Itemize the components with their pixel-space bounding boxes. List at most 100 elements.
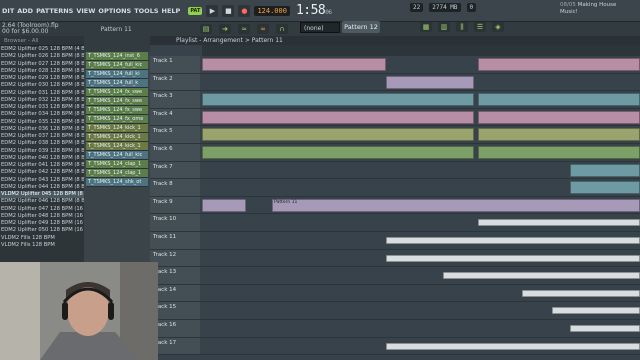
browser-item[interactable]: EDM2 Uplifter 046 128 BPM (8 Bars): [0, 198, 84, 205]
browser-item[interactable]: EDM2 Uplifter 040 128 BPM (8 Bars) (G): [0, 155, 84, 162]
pattern-clip[interactable]: Pattern 11: [272, 198, 640, 212]
pattern-clip[interactable]: [569, 181, 640, 195]
pattern-clip[interactable]: [477, 145, 640, 159]
picker-item[interactable]: T_TSMKS_124_kick_1: [86, 133, 148, 142]
pattern-clip[interactable]: [385, 254, 640, 262]
browser-item[interactable]: EDM2 Uplifter 037 128 BPM (8 Bars) (G): [0, 133, 84, 140]
track-lane[interactable]: [202, 126, 640, 143]
picker-item[interactable]: T_TSMKS_124_shk_ot: [86, 178, 148, 187]
picker-item[interactable]: T_TSMKS_124_full_ki: [86, 70, 148, 79]
browser-item[interactable]: VLDM2 Fills 128 BPM: [0, 235, 84, 242]
browser-item[interactable]: EDM2 Uplifter 047 128 BPM (16 Bars): [0, 206, 84, 213]
pattern-clip[interactable]: [552, 307, 640, 315]
pattern-clip[interactable]: [385, 342, 640, 350]
pattern-clip[interactable]: [385, 75, 474, 89]
track-lane[interactable]: [202, 109, 640, 126]
picker-item[interactable]: T_TSMKS_124_inst_6: [86, 52, 148, 61]
track-lane[interactable]: [202, 91, 640, 108]
track-lane[interactable]: [202, 232, 640, 249]
piano-roll-icon[interactable]: ▥: [438, 22, 450, 32]
play-button[interactable]: ▶: [206, 4, 219, 17]
record-button[interactable]: ●: [238, 4, 251, 17]
track-lane[interactable]: [202, 285, 640, 302]
browser-item[interactable]: EDM2 Uplifter 033 128 BPM (8 Bars) (A): [0, 104, 84, 111]
track-label[interactable]: Track 8: [150, 179, 200, 196]
browser-item[interactable]: EDM2 Uplifter 032 128 BPM (8 Bars) (F): [0, 97, 84, 104]
browser-item[interactable]: EDM2 Uplifter 050 128 BPM (16 Bars): [0, 227, 84, 234]
arrow-icon[interactable]: ➜: [219, 24, 231, 34]
pattern-clip[interactable]: [202, 58, 386, 71]
menu-item[interactable]: VIEW: [76, 7, 95, 15]
pattern-clip[interactable]: [477, 128, 640, 142]
snap-selector[interactable]: (none): [300, 22, 340, 33]
stop-button[interactable]: ■: [222, 4, 235, 17]
track-label[interactable]: Track 6: [150, 143, 200, 161]
picker-item[interactable]: T_TSMKS_124_kick_1: [86, 142, 148, 151]
browser-item[interactable]: EDM2 Uplifter 025 128 BPM (4 Bars): [0, 46, 84, 53]
pattern-clip[interactable]: [477, 110, 640, 124]
track-lane[interactable]: [202, 144, 640, 161]
picker-item[interactable]: T_TSMKS_124_fx_swe: [86, 106, 148, 115]
picker-item[interactable]: T_TSMKS_124_kick_1: [86, 124, 148, 133]
picker-item[interactable]: T_TSMKS_124_fx_ome: [86, 115, 148, 124]
track-label[interactable]: Track 4: [150, 108, 200, 126]
track-label[interactable]: Track 5: [150, 126, 200, 143]
track-lane[interactable]: [202, 267, 640, 284]
news-panel[interactable]: 08/05 Making House Music!: [560, 2, 616, 16]
browser-item[interactable]: EDM2 Uplifter 026 128 BPM (8 Bars) (G): [0, 53, 84, 60]
keyboard-icon[interactable]: ▤: [200, 24, 212, 34]
link-icon[interactable]: ∞: [257, 24, 269, 34]
pattern-clip[interactable]: [442, 272, 640, 280]
pattern-mode-toggle[interactable]: PAT: [188, 6, 203, 15]
menu-item[interactable]: ADD: [17, 7, 33, 15]
browser-item[interactable]: EDM2 Uplifter 038 128 BPM (8 Bars) (D): [0, 140, 84, 147]
browser-item[interactable]: EDM2 Uplifter 043 128 BPM (8 Bars) (E): [0, 177, 84, 184]
browser-item[interactable]: EDM2 Uplifter 042 128 BPM (8 Bars) (A): [0, 169, 84, 176]
browser-item[interactable]: EDM2 Uplifter 027 128 BPM (8 Bars) (E): [0, 61, 84, 68]
mixer-icon[interactable]: ⫼: [456, 22, 468, 32]
pattern-clip[interactable]: [477, 219, 640, 227]
picker-item[interactable]: T_TSMKS_124_full_k: [86, 79, 148, 88]
browser-item[interactable]: EDM2 Uplifter 039 128 BPM (8 Bars) (E): [0, 148, 84, 155]
track-lane[interactable]: [202, 250, 640, 267]
browser-item[interactable]: VLDM2 Uplifter 045 128 BPM (8 Bars): [0, 191, 84, 199]
pattern-clip[interactable]: [202, 93, 474, 107]
pattern-clip[interactable]: [202, 198, 246, 212]
picker-item[interactable]: T_TSMKS_124_clap_1: [86, 169, 148, 178]
track-lane[interactable]: [202, 302, 640, 319]
menu-item[interactable]: HELP: [162, 7, 181, 15]
browser-item[interactable]: EDM2 Uplifter 036 128 BPM (8 Bars) (F): [0, 126, 84, 133]
picker-item[interactable]: T_TSMKS_124_full_kic: [86, 151, 148, 160]
track-label[interactable]: Track 11: [150, 231, 200, 249]
track-label[interactable]: Track 9: [150, 196, 200, 214]
picker-item[interactable]: T_TSMKS_124_fx_swe: [86, 97, 148, 106]
track-label[interactable]: Track 2: [150, 73, 200, 91]
browser-item[interactable]: EDM2 Uplifter 030 128 BPM (8 Bars) (E): [0, 82, 84, 89]
browser-item[interactable]: EDM2 Uplifter 029 128 BPM (8 Bars) (G): [0, 75, 84, 82]
track-label[interactable]: Track 7: [150, 161, 200, 179]
track-lane[interactable]: [202, 320, 640, 337]
browser-item[interactable]: EDM2 Uplifter 028 128 BPM (8 Bars) (F): [0, 68, 84, 75]
picker-item[interactable]: T_TSMKS_124_full_kic: [86, 61, 148, 70]
track-lane[interactable]: [202, 214, 640, 231]
picker-item[interactable]: T_TSMKS_124_clap_1: [86, 160, 148, 169]
browser-item[interactable]: EDM2 Uplifter 049 128 BPM (16 Bars): [0, 220, 84, 227]
track-label[interactable]: Track 3: [150, 91, 200, 108]
browser-item[interactable]: EDM2 Uplifter 034 128 BPM (8 Bars) (E): [0, 111, 84, 118]
pattern-clip[interactable]: [385, 236, 640, 244]
track-lane[interactable]: [202, 179, 640, 196]
menu-item[interactable]: DIT: [2, 7, 14, 15]
tempo-display[interactable]: 124.000: [254, 5, 290, 16]
playlist-icon[interactable]: ▦: [420, 22, 432, 32]
menu-item[interactable]: TOOLS: [134, 7, 158, 15]
track-lane[interactable]: Pattern 11: [202, 197, 640, 214]
track-lane[interactable]: [202, 338, 640, 355]
timeline-ruler[interactable]: [202, 45, 640, 56]
pattern-clip[interactable]: [202, 128, 474, 142]
track-lane[interactable]: [202, 74, 640, 91]
pattern-clip[interactable]: [477, 58, 640, 71]
browser-item[interactable]: VLDM2 Fills 128 BPM: [0, 242, 84, 249]
pattern-clip[interactable]: [202, 145, 474, 159]
browser-item[interactable]: EDM2 Uplifter 031 128 BPM (8 Bars) (G): [0, 90, 84, 97]
magnet-icon[interactable]: ∩: [276, 24, 288, 34]
